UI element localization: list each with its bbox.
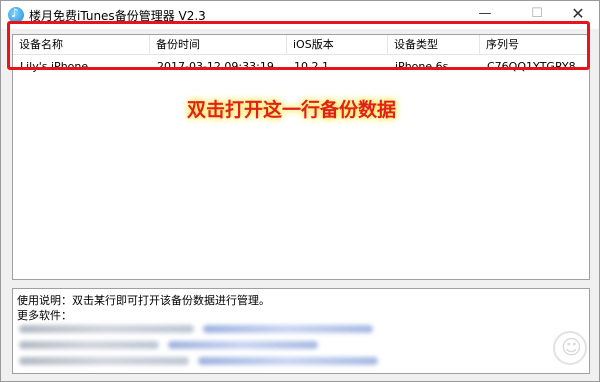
more-software-label: 更多软件： xyxy=(17,309,72,322)
app-window: 楼月免费iTunes备份管理器 V2.3 — ☐ ✕ 设备名称 备份时间 iOS… xyxy=(0,0,600,382)
blurred-link[interactable] xyxy=(168,341,318,349)
watermark-logo xyxy=(553,331,587,365)
blurred-text xyxy=(19,357,189,365)
backup-list[interactable]: 设备名称 备份时间 iOS版本 设备类型 序列号 Lily's iPhone 2… xyxy=(12,34,590,280)
annotation-text: 双击打开这一行备份数据 xyxy=(187,99,397,121)
info-panel: 使用说明：双击某行即可打开该备份数据进行管理。 更多软件： xyxy=(12,288,590,374)
blurred-link[interactable] xyxy=(203,325,373,333)
blurred-link[interactable] xyxy=(198,357,378,365)
blurred-text xyxy=(19,341,159,349)
usage-instructions: 使用说明：双击某行即可打开该备份数据进行管理。 xyxy=(17,294,270,307)
blurred-text xyxy=(19,325,194,333)
row-highlight-box xyxy=(7,21,590,70)
